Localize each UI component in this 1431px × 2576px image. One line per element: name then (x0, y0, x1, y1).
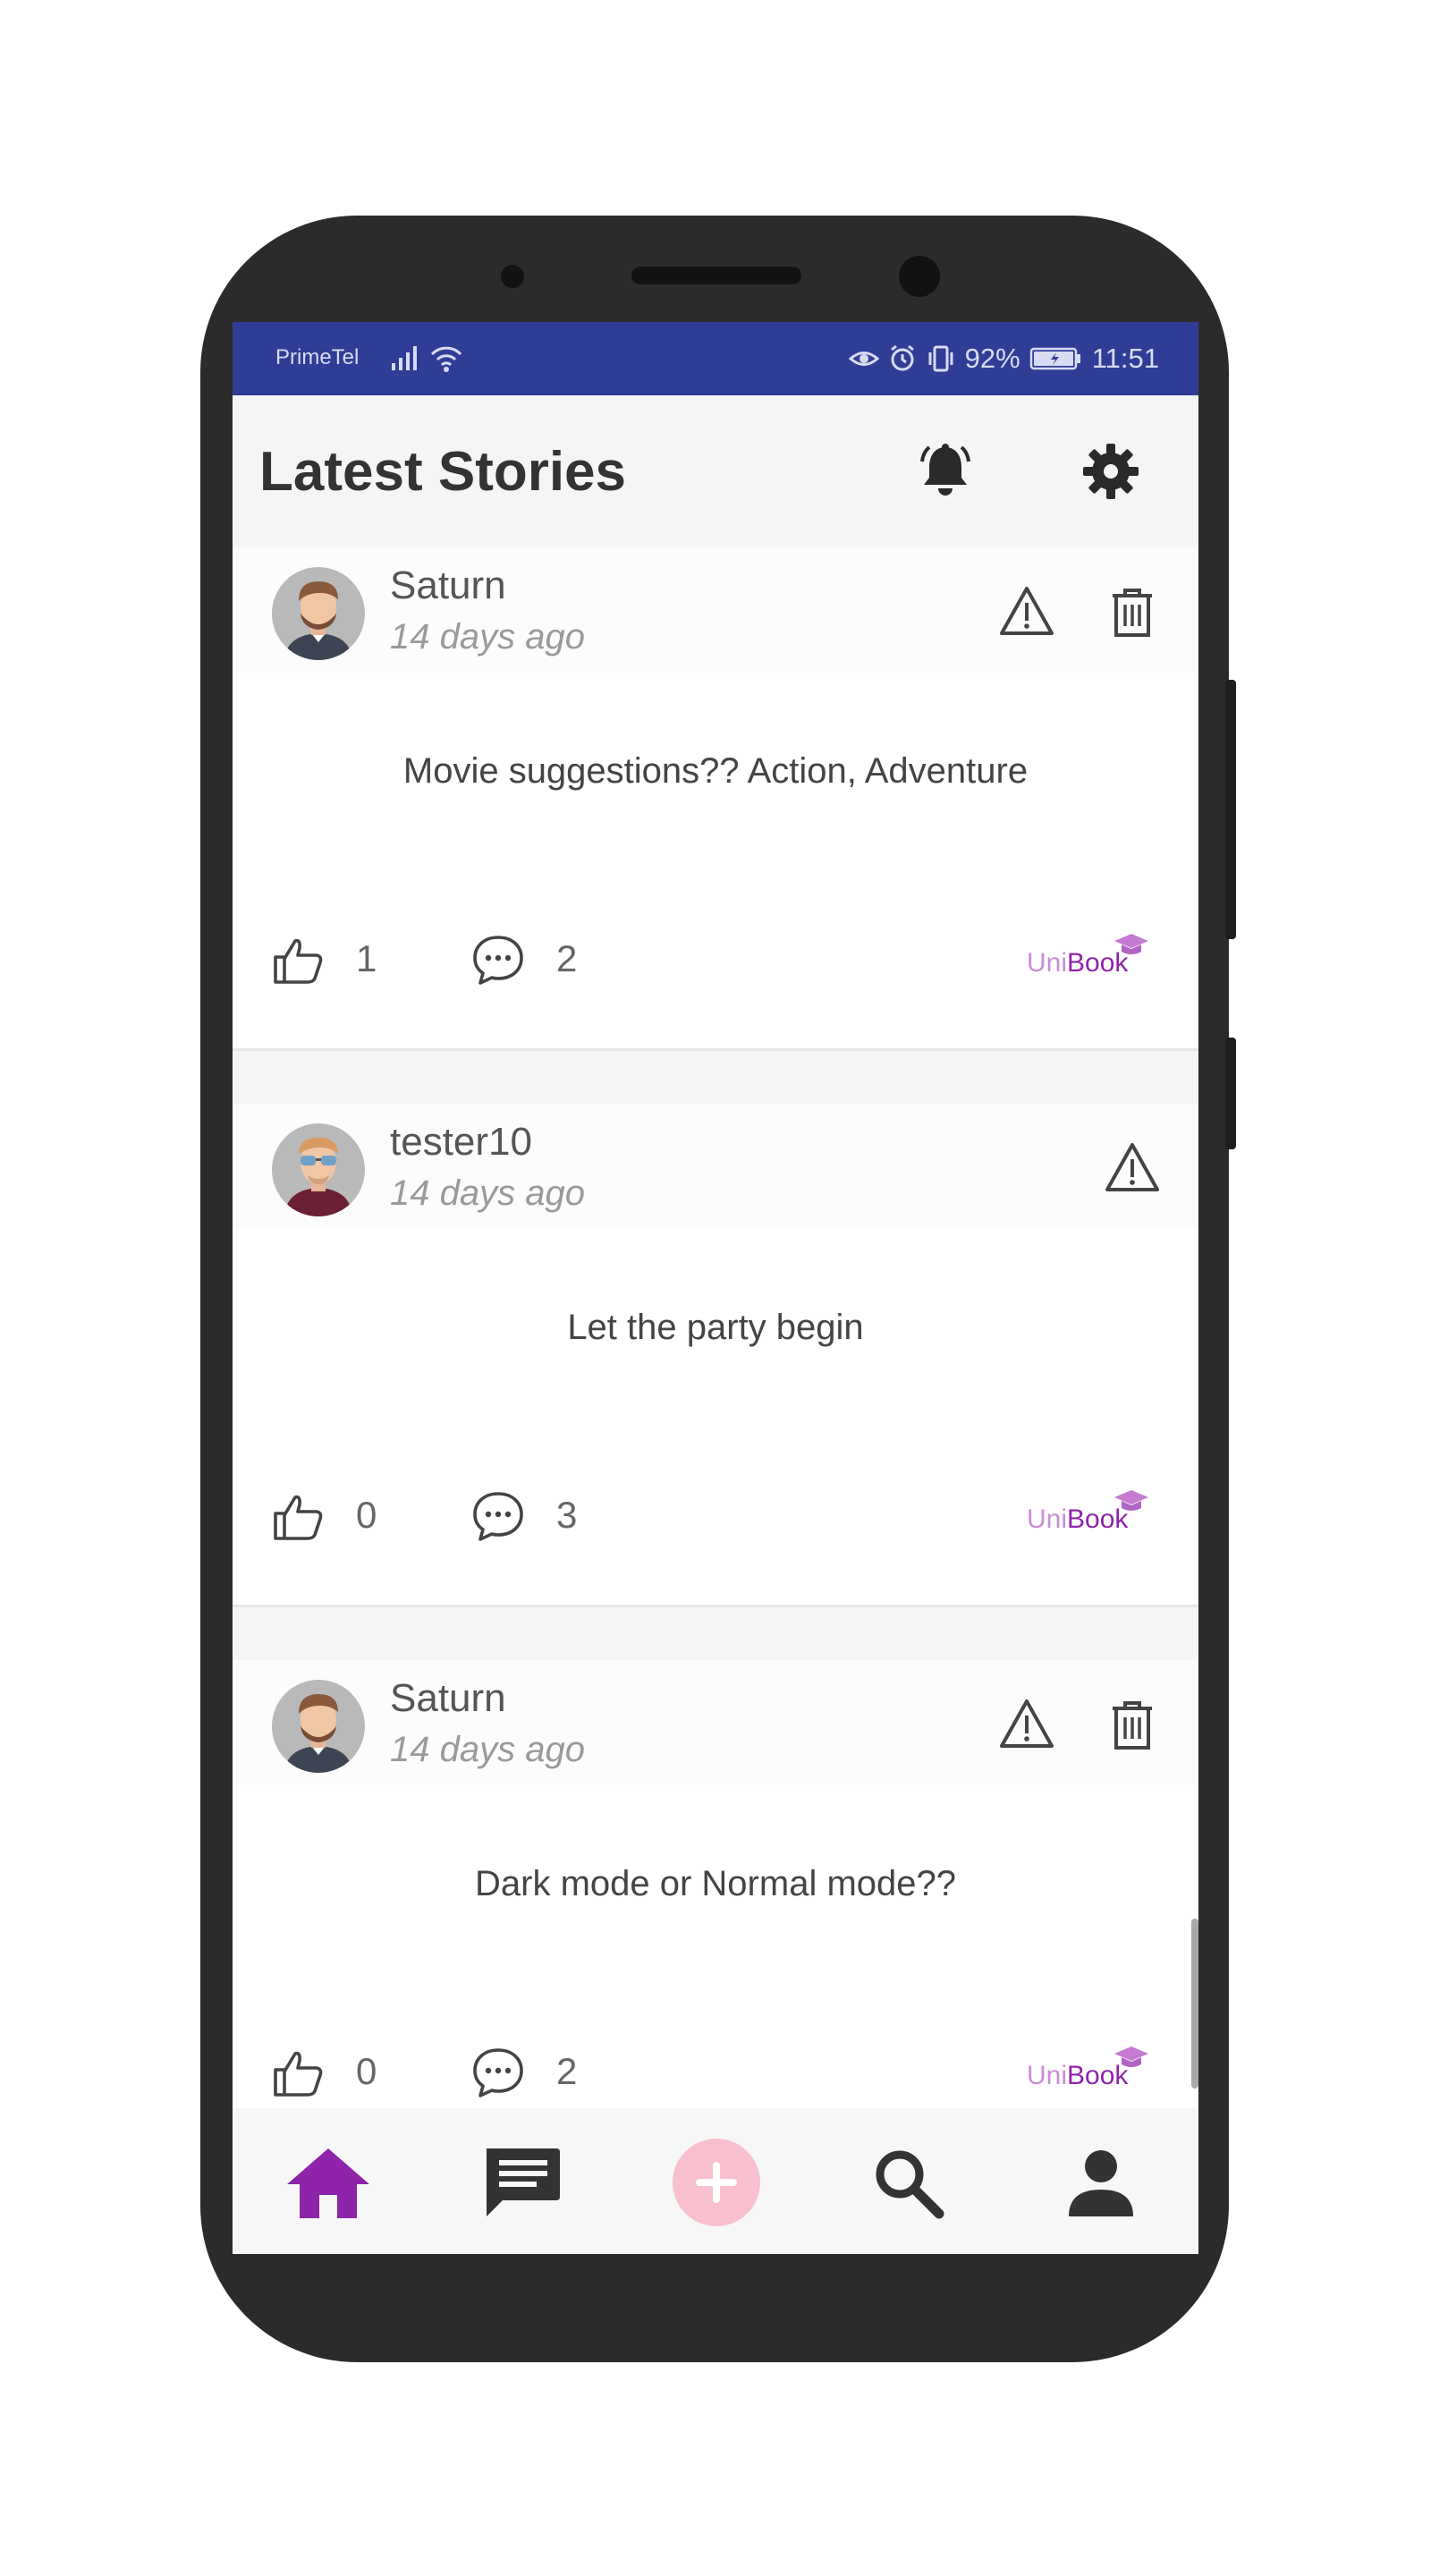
author-name[interactable]: Saturn (390, 1676, 506, 1721)
like-count: 0 (356, 1494, 377, 1536)
bottom-navigation (233, 2108, 1198, 2254)
search-icon (876, 2150, 944, 2219)
story-footer: 1 2 UniBook (233, 914, 1198, 1004)
sensor-dot (501, 265, 524, 288)
vibrate-icon (928, 345, 953, 372)
post-time: 14 days ago (390, 1174, 585, 1213)
wifi-icon (430, 346, 462, 372)
signal-icon (392, 346, 417, 370)
story-text: Dark mode or Normal mode?? (475, 1864, 956, 1903)
status-bar: PrimeTel 92% 11:51 (233, 322, 1198, 395)
comment-count: 2 (556, 937, 578, 979)
story-header: Saturn 14 days ago (233, 1660, 1198, 1785)
unibook-logo: UniBook (1027, 2045, 1152, 2098)
report-warning-icon[interactable] (1104, 1140, 1161, 1197)
avatar[interactable] (272, 1123, 365, 1216)
scrollbar-thumb[interactable] (1191, 1919, 1198, 2089)
author-name[interactable]: Saturn (390, 564, 506, 608)
story-footer: 0 3 UniBook (233, 1470, 1198, 1560)
avatar[interactable] (272, 1680, 365, 1773)
story-header: tester10 14 days ago (233, 1104, 1198, 1229)
story-feed[interactable]: Saturn 14 days ago Movie suggestions?? A… (233, 547, 1198, 2108)
bell-icon (920, 444, 970, 496)
battery-percent: 92% (964, 343, 1020, 374)
comment-count: 3 (556, 1494, 578, 1536)
carrier-name: PrimeTel (275, 345, 360, 369)
volume-button (1225, 680, 1236, 939)
story-footer: 0 2 UniBook (233, 2027, 1198, 2108)
earpiece-speaker (631, 267, 801, 284)
profile-icon (1069, 2150, 1133, 2216)
comment-icon[interactable] (470, 2045, 526, 2100)
page-title: Latest Stories (259, 441, 627, 503)
author-name[interactable]: tester10 (390, 1120, 532, 1165)
nav-add-story[interactable] (667, 2133, 766, 2232)
gear-icon (1083, 444, 1139, 499)
story-card[interactable]: Saturn 14 days ago Dark mode or Normal m… (233, 1660, 1198, 2108)
comment-icon[interactable] (470, 1488, 526, 1544)
nav-chat[interactable] (472, 2133, 571, 2232)
status-right: 92% 11:51 (848, 338, 1159, 379)
clock-time: 11:51 (1091, 343, 1159, 374)
comment-icon[interactable] (470, 932, 526, 987)
report-warning-icon[interactable] (998, 583, 1055, 640)
story-card[interactable]: tester10 14 days ago Let the party begin… (233, 1104, 1198, 1607)
post-time: 14 days ago (390, 617, 585, 657)
network-icons (390, 343, 463, 372)
alarm-icon (890, 344, 914, 371)
front-camera (899, 256, 940, 297)
like-icon[interactable] (272, 934, 324, 986)
story-card[interactable]: Saturn 14 days ago Movie suggestions?? A… (233, 547, 1198, 1051)
trash-icon[interactable] (1104, 583, 1161, 640)
story-text: Let the party begin (567, 1308, 864, 1347)
like-count: 0 (356, 2050, 377, 2092)
add-button-circle (673, 2139, 760, 2226)
avatar[interactable] (272, 567, 365, 660)
nav-profile[interactable] (1052, 2133, 1150, 2232)
report-warning-icon[interactable] (998, 1696, 1055, 1753)
home-icon (287, 2148, 369, 2218)
notifications-button[interactable] (910, 436, 981, 507)
trash-icon[interactable] (1104, 1696, 1161, 1753)
unibook-logo: UniBook (1027, 932, 1152, 986)
settings-button[interactable] (1075, 436, 1147, 507)
chat-icon (487, 2148, 560, 2216)
like-count: 1 (356, 937, 377, 979)
power-button (1225, 1038, 1236, 1149)
nav-home[interactable] (279, 2133, 377, 2232)
like-icon[interactable] (272, 1490, 324, 1542)
app-bar: Latest Stories (233, 395, 1198, 547)
nav-search[interactable] (859, 2133, 957, 2232)
post-time: 14 days ago (390, 1730, 585, 1769)
battery-icon (1029, 347, 1080, 370)
story-header: Saturn 14 days ago (233, 547, 1198, 673)
comment-count: 2 (556, 2050, 578, 2092)
like-icon[interactable] (272, 2046, 324, 2098)
story-text: Movie suggestions?? Action, Adventure (402, 751, 1029, 791)
phone-screen: PrimeTel 92% 11:51 Latest Stories Saturn… (233, 322, 1198, 2254)
unibook-logo: UniBook (1027, 1488, 1152, 1542)
eye-icon (848, 352, 879, 366)
add-icon (696, 2162, 737, 2203)
